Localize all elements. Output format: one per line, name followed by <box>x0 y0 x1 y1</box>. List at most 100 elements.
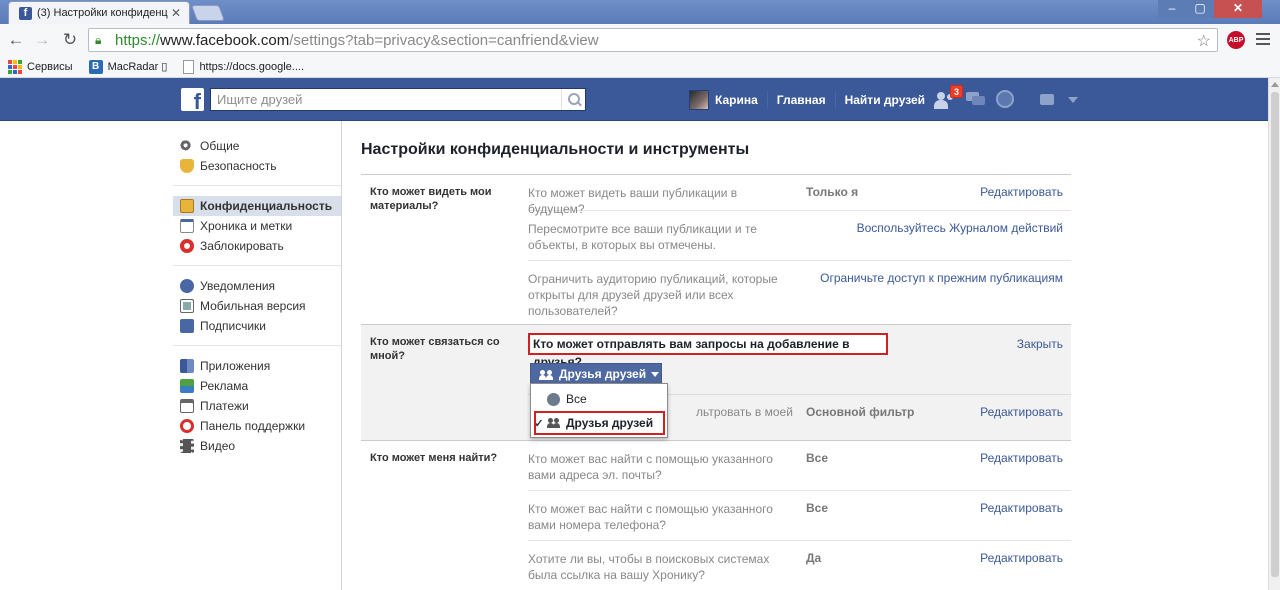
new-tab-button[interactable] <box>191 5 225 21</box>
bookmark-label: MacRadar ▯ <box>107 61 168 73</box>
friend-search-box <box>210 88 586 111</box>
messages-icon[interactable] <box>966 92 986 106</box>
url-path: /settings?tab=privacy&section=canfriend&… <box>289 31 599 49</box>
activity-log-link[interactable]: Воспользуйтесь Журналом действий <box>857 221 1063 235</box>
timeline-icon <box>180 219 194 233</box>
privacy-shortcuts-icon[interactable] <box>1040 94 1054 105</box>
sidebar-item-privacy[interactable]: Конфиденциальность <box>173 196 341 216</box>
setting-value: Все <box>806 501 829 515</box>
setting-value: Только я <box>806 185 859 199</box>
window-maximize-button[interactable]: ▢ <box>1186 0 1214 18</box>
audience-dropdown-menu: Все ✓ Друзья друзей <box>530 383 668 438</box>
option-label: Все <box>566 392 587 406</box>
section-who-can-find: Кто может меня найти? Кто может вас найт… <box>361 441 1071 590</box>
facebook-logo[interactable]: f <box>181 88 204 111</box>
scrollbar-thumb[interactable] <box>1271 92 1279 577</box>
bookmark-star-icon[interactable]: ☆ <box>1197 31 1211 51</box>
adblock-icon[interactable]: ABP <box>1226 30 1246 50</box>
sidebar-item-apps[interactable]: Приложения <box>173 356 341 376</box>
url-scheme: https:// <box>115 31 161 49</box>
setting-value: Основной фильтр <box>806 405 915 419</box>
sidebar-item-timeline[interactable]: Хроника и метки <box>173 216 341 236</box>
settings-row: Кто может вас найти с помощью указанного… <box>528 491 1071 541</box>
user-name-link[interactable]: Карина <box>715 93 758 107</box>
browser-menu-icon[interactable] <box>1256 33 1270 47</box>
sidebar-item-payments[interactable]: Платежи <box>173 396 341 416</box>
sidebar-item-label: Видео <box>200 439 236 453</box>
tab-title: (3) Настройки конфиденц <box>37 7 168 19</box>
browser-tab[interactable]: f (3) Настройки конфиденц ✕ <box>8 1 190 24</box>
sidebar-item-support[interactable]: Панель поддержки <box>173 416 341 436</box>
section-label: Кто может меня найти? <box>370 452 498 464</box>
notifications-globe-icon[interactable] <box>996 90 1014 108</box>
sidebar-item-video[interactable]: Видео <box>173 436 341 456</box>
search-icon[interactable] <box>561 89 585 110</box>
close-link[interactable]: Закрыть <box>1017 337 1063 351</box>
scroll-up-arrow-icon[interactable] <box>1271 82 1279 87</box>
window-close-button[interactable]: ✕ <box>1214 0 1262 18</box>
sidebar-item-label: Уведомления <box>200 279 276 293</box>
friend-search-input[interactable] <box>211 89 561 110</box>
topbar-nav: Карина Главная Найти друзей <box>689 78 925 121</box>
page-scrollbar[interactable] <box>1268 78 1280 590</box>
account-menu-chevron-down-icon[interactable] <box>1068 97 1078 103</box>
apps-grid-icon <box>8 59 22 74</box>
sidebar-item-label: Реклама <box>200 379 249 393</box>
back-arrow-icon[interactable]: ← <box>6 30 26 50</box>
ssl-lock-icon: 🔒︎ <box>95 33 102 47</box>
sidebar-item-security[interactable]: Безопасность <box>173 156 341 176</box>
privacy-settings-panel: Настройки конфиденциальности и инструмен… <box>342 121 1268 590</box>
settings-row: Кто может видеть ваши публикации в будущ… <box>528 175 1071 216</box>
audience-selector-button[interactable]: Друзья друзей <box>530 363 662 385</box>
edit-link[interactable]: Редактировать <box>980 501 1063 515</box>
sidebar-item-ads[interactable]: Реклама <box>173 376 341 396</box>
friend-requests-badge: 3 <box>950 85 963 98</box>
sidebar-item-general[interactable]: Общие <box>173 136 341 156</box>
setting-question: Кто может вас найти с помощью указанного… <box>528 502 773 532</box>
bookmark-services[interactable]: Сервисы <box>8 59 73 74</box>
nav-divider <box>834 90 836 109</box>
edit-link[interactable]: Редактировать <box>980 551 1063 565</box>
page-icon <box>183 59 195 74</box>
edit-link[interactable]: Редактировать <box>980 185 1063 199</box>
lock-icon <box>180 199 194 213</box>
nav-divider <box>766 90 768 109</box>
lifebuoy-icon <box>180 419 194 433</box>
edit-link[interactable]: Редактировать <box>980 451 1063 465</box>
sidebar-item-followers[interactable]: Подписчики <box>173 316 341 336</box>
film-icon <box>180 439 194 453</box>
sidebar-item-mobile[interactable]: Мобильная версия <box>173 296 341 316</box>
section-label: Кто может видеть мои материалы? <box>370 186 492 212</box>
mobile-icon <box>180 299 194 313</box>
section-who-can-see: Кто может видеть мои материалы? Кто може… <box>361 175 1071 324</box>
find-friends-link[interactable]: Найти друзей <box>845 93 925 107</box>
edit-link[interactable]: Редактировать <box>980 405 1063 419</box>
friend-requests-question: Кто может отправлять вам запросы на доба… <box>528 333 888 369</box>
avatar[interactable] <box>689 89 709 110</box>
bookmark-macradar[interactable]: B MacRadar ▯ <box>88 59 168 74</box>
limit-past-posts-link[interactable]: Ограничьте доступ к прежним публикациям <box>820 271 1063 285</box>
settings-row: Пересмотрите все ваши публикации и те об… <box>528 211 1071 261</box>
home-link[interactable]: Главная <box>777 93 826 107</box>
bookmark-label: https://docs.google.... <box>199 60 305 73</box>
bookmark-label: Сервисы <box>27 60 73 73</box>
sidebar-item-notifications[interactable]: Уведомления <box>173 276 341 296</box>
shield-icon <box>180 159 194 173</box>
sidebar-item-label: Общие <box>200 139 240 153</box>
audience-option-everyone[interactable]: Все <box>531 389 667 409</box>
gear-icon <box>180 139 194 153</box>
reload-icon[interactable]: ↻ <box>60 30 80 50</box>
facebook-favicon-icon: f <box>19 6 32 20</box>
window-minimize-button[interactable]: – <box>1158 0 1186 18</box>
sidebar-item-label: Хроника и метки <box>200 219 293 233</box>
block-icon <box>180 239 194 253</box>
bookmark-docs[interactable]: https://docs.google.... <box>183 59 305 74</box>
selection-highlight-box <box>534 411 665 435</box>
tab-close-icon[interactable]: ✕ <box>171 6 181 20</box>
forward-arrow-icon[interactable]: → <box>32 30 52 50</box>
sidebar-item-block[interactable]: Заблокировать <box>173 236 341 256</box>
apps-icon <box>180 359 194 373</box>
setting-question: Кто может вас найти с помощью указанного… <box>528 452 773 482</box>
address-bar[interactable]: 🔒︎ https://www.facebook.com/settings?tab… <box>88 28 1218 52</box>
globe-icon <box>547 392 560 406</box>
